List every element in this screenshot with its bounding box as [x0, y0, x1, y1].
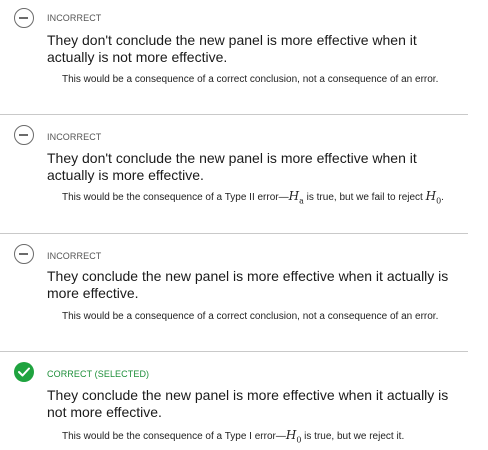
status-label: INCORRECT	[47, 13, 102, 23]
status-label: CORRECT (SELECTED)	[47, 369, 150, 379]
explanation-text-part: This would be the consequence of a Type …	[62, 192, 289, 203]
minus-circle-icon	[14, 8, 34, 28]
explanation-text: This would be a consequence of a correct…	[62, 311, 439, 322]
minus-circle-icon	[14, 125, 34, 145]
status-label: INCORRECT	[47, 132, 102, 142]
minus-circle-icon	[14, 244, 34, 264]
answer-text: They don't conclude the new panel is mor…	[47, 32, 417, 65]
answer-option[interactable]: INCORRECT They don't conclude the new pa…	[0, 115, 468, 232]
math-variable: H0	[425, 189, 442, 206]
answer-text: They conclude the new panel is more effe…	[47, 268, 449, 301]
math-variable: H0	[285, 428, 302, 445]
math-variable: Ha	[288, 189, 304, 206]
answer-text: They don't conclude the new panel is mor…	[47, 150, 417, 183]
answer-option[interactable]: INCORRECT They don't conclude the new pa…	[0, 0, 468, 112]
explanation-text: This would be the consequence of a Type …	[62, 428, 457, 447]
explanation-text-part: is true, but we reject it.	[301, 431, 405, 442]
explanation-text: This would be the consequence of a Type …	[62, 189, 457, 208]
explanation-text-part: .	[441, 192, 444, 203]
status-label: INCORRECT	[47, 251, 102, 261]
checkmark-circle-icon	[14, 362, 34, 382]
answer-option[interactable]: INCORRECT They conclude the new panel is…	[0, 234, 468, 351]
explanation-text-part: This would be the consequence of a Type …	[62, 431, 286, 442]
answer-text: They conclude the new panel is more effe…	[47, 387, 449, 420]
explanation-text-part: is true, but we fail to reject	[303, 192, 426, 203]
answer-option-selected[interactable]: CORRECT (SELECTED) They conclude the new…	[0, 352, 468, 450]
explanation-text: This would be a consequence of a correct…	[62, 74, 439, 85]
